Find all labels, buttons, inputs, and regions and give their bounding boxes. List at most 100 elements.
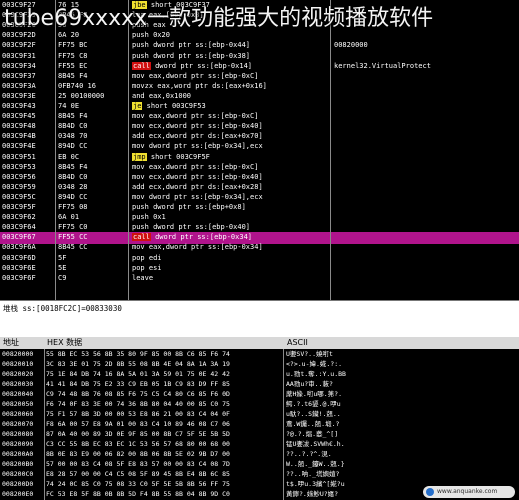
dump-hex: 87 0A 40 00 89 3D 0E 9F 85 00 8B C7 5F 5… [46, 430, 230, 438]
dump-hex: 75 1E 84 DB 74 16 8A 5A 01 3A 59 01 75 0… [46, 370, 230, 378]
disasm-opcode: pop [132, 253, 145, 262]
dump-hex: F6 74 0F 83 3E 00 74 36 8B 80 04 40 00 8… [46, 400, 230, 408]
dump-ascii: U嬱SV?..嬈咑t [286, 350, 333, 358]
dump-ascii: u.勠t.奪.:Y.u.BB [286, 370, 346, 378]
disassembly-pane[interactable]: 003C9F27 76 15 jbe short 003C9F37 003C9F29 8… [0, 0, 519, 300]
disasm-instruction: leave [132, 273, 322, 284]
disasm-opcode: call [132, 233, 151, 242]
disasm-opcode: pop [132, 263, 145, 272]
dump-ascii: u馱?..S鑶!.兡.. [286, 410, 341, 418]
dump-row[interactable]: 008200A0 8B 0E 83 E9 00 06 82 00 8B 06 8B… [0, 450, 519, 460]
disasm-opcode: jmp [132, 152, 147, 161]
disasm-opcode: movzx [132, 81, 154, 90]
dump-ascii: ?@.?.焻.嬊_^[] [286, 430, 339, 438]
dump-address: 008200B0 [2, 460, 34, 468]
dump-hex: 75 F1 57 8B 3D 00 00 53 E8 86 21 00 83 C… [46, 410, 230, 418]
dump-row[interactable]: 00820010 3C 83 3E 01 75 2D 8B 55 08 8B 4E… [0, 360, 519, 370]
dump-ascii: 鰐.?.t6媭.@.吚u [286, 400, 341, 408]
dump-address: 00820030 [2, 380, 34, 388]
dump-address: 00820070 [2, 420, 34, 428]
hex-dump-pane[interactable]: 地址 HEX 数据 ASCII 00820000 55 8B EC 53 56 8… [0, 337, 519, 500]
disasm-operands: eax,dword ptr ss:[ebp-0xC] [148, 71, 259, 80]
dump-header: 地址 HEX 数据 ASCII [0, 337, 519, 349]
dump-ascii: 鴍.W钃..兡.塅.? [286, 420, 340, 428]
disasm-operands: dword ptr ss:[ebp+0x8] [153, 203, 246, 211]
disasm-operands: ecx,dword ptr ss:[ebp-0x40] [148, 122, 263, 131]
disasm-opcode: push [132, 213, 149, 222]
dump-hex: C9 74 48 8B 76 08 85 F6 75 C5 C4 80 C6 8… [46, 390, 230, 398]
disasm-opcode: mov [132, 71, 145, 80]
disasm-operands: ecx,dword ptr ds:[eax+0x70] [148, 132, 263, 141]
disasm-operands: dword ptr ss:[ebp-0x38] [153, 51, 251, 60]
dump-hex: 41 41 84 DB 75 E2 33 C9 EB 05 1B C9 83 D… [46, 380, 230, 388]
dump-address: 00820080 [2, 430, 34, 438]
disasm-operands: dword ptr ss:[ebp-0x40] [153, 223, 251, 232]
column-divider-3 [330, 0, 331, 300]
dump-ascii: ??..?.?^.涀. [286, 450, 332, 458]
disasm-hex: C9 [58, 273, 67, 282]
disasm-opcode: push [132, 223, 149, 232]
dump-row[interactable]: 008200C0 E8 28 57 00 00 C4 C5 08 5F 89 45… [0, 470, 519, 480]
dump-address: 00820040 [2, 390, 34, 398]
column-divider-1 [55, 0, 56, 300]
dump-hex: 74 24 0C 85 C0 75 08 33 C0 5F 5E 5B 8B 5… [46, 480, 230, 488]
dump-header-ascii: ASCII [287, 338, 308, 347]
watermark: www.anquanke.com [423, 486, 515, 498]
disasm-opcode: mov [132, 122, 145, 131]
disasm-opcode: push [132, 51, 149, 60]
disasm-operands: dword ptr ss:[ebp-0x34],ecx [148, 142, 263, 151]
disasm-opcode: add [132, 182, 145, 191]
disasm-opcode: mov [132, 243, 145, 252]
dump-row[interactable]: 00820070 F8 6A 00 57 E8 9A 01 00 83 C4 10… [0, 420, 519, 430]
dump-row[interactable]: 00820040 C9 74 48 8B 76 08 85 F6 75 C5 C4… [0, 390, 519, 400]
dump-ascii: <?>.u-媁.婲.?:. [286, 360, 343, 368]
disasm-opcode: add [132, 132, 145, 141]
dump-address: 008200A0 [2, 450, 34, 458]
disasm-operands: dword ptr ss:[ebp-0x34],ecx [148, 192, 263, 201]
dump-row[interactable]: 00820060 75 F1 57 8B 3D 00 00 53 E8 86 21… [0, 410, 519, 420]
dump-address: 008200C0 [2, 470, 34, 478]
dump-address: 008200E0 [2, 490, 34, 498]
disasm-opcode: and [132, 91, 145, 100]
dump-row[interactable]: 008200B0 57 00 00 83 C4 08 5F E8 83 57 00… [0, 460, 519, 470]
disasm-opcode: mov [132, 162, 145, 171]
disasm-opcode: push [132, 41, 149, 50]
dump-ascii: W..兡._鑳W..兡.} [286, 460, 345, 468]
dump-row[interactable]: 00820020 75 1E 84 DB 74 16 8A 5A 01 3A 59… [0, 370, 519, 380]
disasm-operands: dword ptr ss:[ebp-0x44] [153, 41, 251, 50]
dump-ascii: t$.吚u.3繽^[婲?u [286, 480, 345, 488]
disasm-operands: dword ptr ss:[ebp-0x14] [155, 61, 253, 70]
dump-ascii: 蓆H媣.咑u哪.茀?. [286, 390, 342, 398]
dump-row[interactable]: 00820000 55 8B EC 53 56 8B 35 80 9F 85 00… [0, 350, 519, 360]
dump-row[interactable]: 00820090 C3 CC 55 8B EC 83 EC 1C 53 56 57… [0, 440, 519, 450]
dump-header-hex: HEX 数据 [47, 338, 83, 347]
disasm-opcode: mov [132, 172, 145, 181]
disasm-operands: short 003C9F5F [150, 152, 210, 161]
dump-hex: 55 8B EC 53 56 8B 35 80 9F 85 00 8B C6 8… [46, 350, 230, 358]
dump-row[interactable]: 00820080 87 0A 40 00 89 3D 0E 9F 85 00 8B… [0, 430, 519, 440]
watermark-logo-icon [426, 488, 434, 496]
disasm-operands: ecx,dword ptr ds:[eax+0x28] [148, 182, 263, 191]
dump-header-addr: 地址 [3, 338, 19, 347]
dump-ascii: 锰U嬱冹.SVWh€.h. [286, 440, 345, 448]
disasm-opcode: push [132, 203, 149, 211]
disasm-opcode: mov [132, 192, 145, 201]
dump-ascii: ??..呐._塃嬩媗? [286, 470, 340, 478]
watermark-text: www.anquanke.com [437, 488, 498, 495]
disasm-operands: 0x1 [153, 213, 166, 222]
disasm-operands: eax,dword ptr ss:[ebp-0xC] [148, 112, 259, 121]
disasm-opcode: call [132, 61, 151, 70]
dump-hex: F8 6A 00 57 E8 9A 01 00 83 C4 10 89 46 0… [46, 420, 230, 428]
disasm-opcode: mov [132, 112, 145, 121]
dump-row[interactable]: 00820050 F6 74 0F 83 3E 00 74 36 8B 80 04… [0, 400, 519, 410]
dump-hex: C3 CC 55 8B EC 83 EC 1C 53 56 57 68 80 0… [46, 440, 230, 448]
disasm-row[interactable]: 003C9F6F C9 leave [0, 273, 519, 284]
info-pane: 堆栈 ss:[0018FC2C]=00833030 [0, 300, 519, 338]
disasm-opcode: mov [132, 142, 145, 151]
dump-hex: 57 00 00 83 C4 08 5F E8 83 57 00 00 83 C… [46, 460, 230, 468]
disasm-opcode: je [132, 102, 143, 110]
disasm-operands: dword ptr ss:[ebp-0x34] [155, 233, 253, 242]
dump-row[interactable]: 00820030 41 41 84 DB 75 E2 33 C9 EB 05 1B… [0, 380, 519, 390]
dump-ascii: 黃鑏?.媇魦U?嫕? [286, 490, 339, 498]
dump-address: 00820060 [2, 410, 34, 418]
